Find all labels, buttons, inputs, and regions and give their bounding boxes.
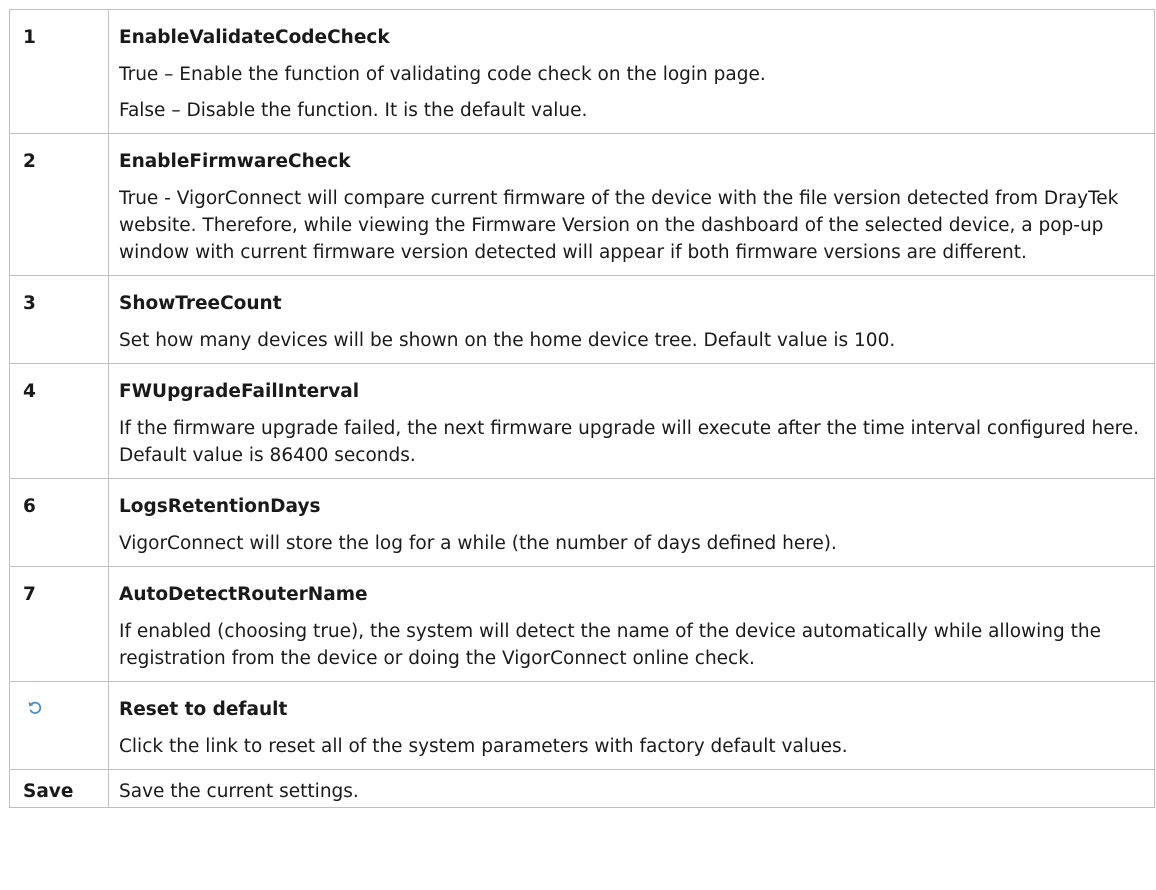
table-row: 3 ShowTreeCount Set how many devices wil… [9, 275, 1155, 364]
table-row: 4 FWUpgradeFailInterval If the firmware … [9, 363, 1155, 479]
parameter-name: FWUpgradeFailInterval [119, 381, 360, 402]
row-key: 7 [9, 566, 109, 682]
description-line: If enabled (choosing true), the system w… [119, 621, 1102, 669]
parameter-name: EnableValidateCodeCheck [119, 27, 390, 48]
reset-icon [25, 698, 45, 718]
row-description: EnableFirmwareCheck True - VigorConnect … [108, 133, 1155, 276]
table-row: Save Save the current settings. [9, 769, 1155, 808]
row-description: EnableValidateCodeCheck True – Enable th… [108, 9, 1155, 134]
description-line: Click the link to reset all of the syste… [119, 736, 848, 757]
description-line: VigorConnect will store the log for a wh… [119, 533, 837, 554]
row-description: Save the current settings. [108, 769, 1155, 808]
table-row: 1 EnableValidateCodeCheck True – Enable … [9, 9, 1155, 134]
description-line: Set how many devices will be shown on th… [119, 330, 896, 351]
parameter-table-body: 1 EnableValidateCodeCheck True – Enable … [9, 9, 1155, 808]
description-line: False – Disable the function. It is the … [119, 100, 588, 121]
description-line: If the firmware upgrade failed, the next… [119, 418, 1140, 466]
parameter-name: ShowTreeCount [119, 293, 282, 314]
row-description: AutoDetectRouterName If enabled (choosin… [108, 566, 1155, 682]
row-description: Reset to default Click the link to reset… [108, 681, 1155, 770]
table-row: 6 LogsRetentionDays VigorConnect will st… [9, 478, 1155, 567]
row-key: 6 [9, 478, 109, 567]
description-line: True - VigorConnect will compare current… [119, 188, 1119, 263]
table-row: 2 EnableFirmwareCheck True - VigorConnec… [9, 133, 1155, 276]
table-row: Reset to default Click the link to reset… [9, 681, 1155, 770]
row-key: 2 [9, 133, 109, 276]
parameter-name: EnableFirmwareCheck [119, 151, 351, 172]
row-key [9, 681, 109, 770]
row-description: LogsRetentionDays VigorConnect will stor… [108, 478, 1155, 567]
parameter-table: 1 EnableValidateCodeCheck True – Enable … [9, 9, 1155, 808]
table-row: 7 AutoDetectRouterName If enabled (choos… [9, 566, 1155, 682]
row-description: ShowTreeCount Set how many devices will … [108, 275, 1155, 364]
save-button-label: Save [9, 769, 109, 808]
parameter-name: LogsRetentionDays [119, 496, 321, 517]
description-line: True – Enable the function of validating… [119, 64, 766, 85]
row-description: FWUpgradeFailInterval If the firmware up… [108, 363, 1155, 479]
row-key: 1 [9, 9, 109, 134]
row-key: 3 [9, 275, 109, 364]
parameter-name: AutoDetectRouterName [119, 584, 368, 605]
reset-to-default-link[interactable]: Reset to default [119, 696, 1144, 723]
row-key: 4 [9, 363, 109, 479]
description-line: Save the current settings. [119, 781, 359, 802]
